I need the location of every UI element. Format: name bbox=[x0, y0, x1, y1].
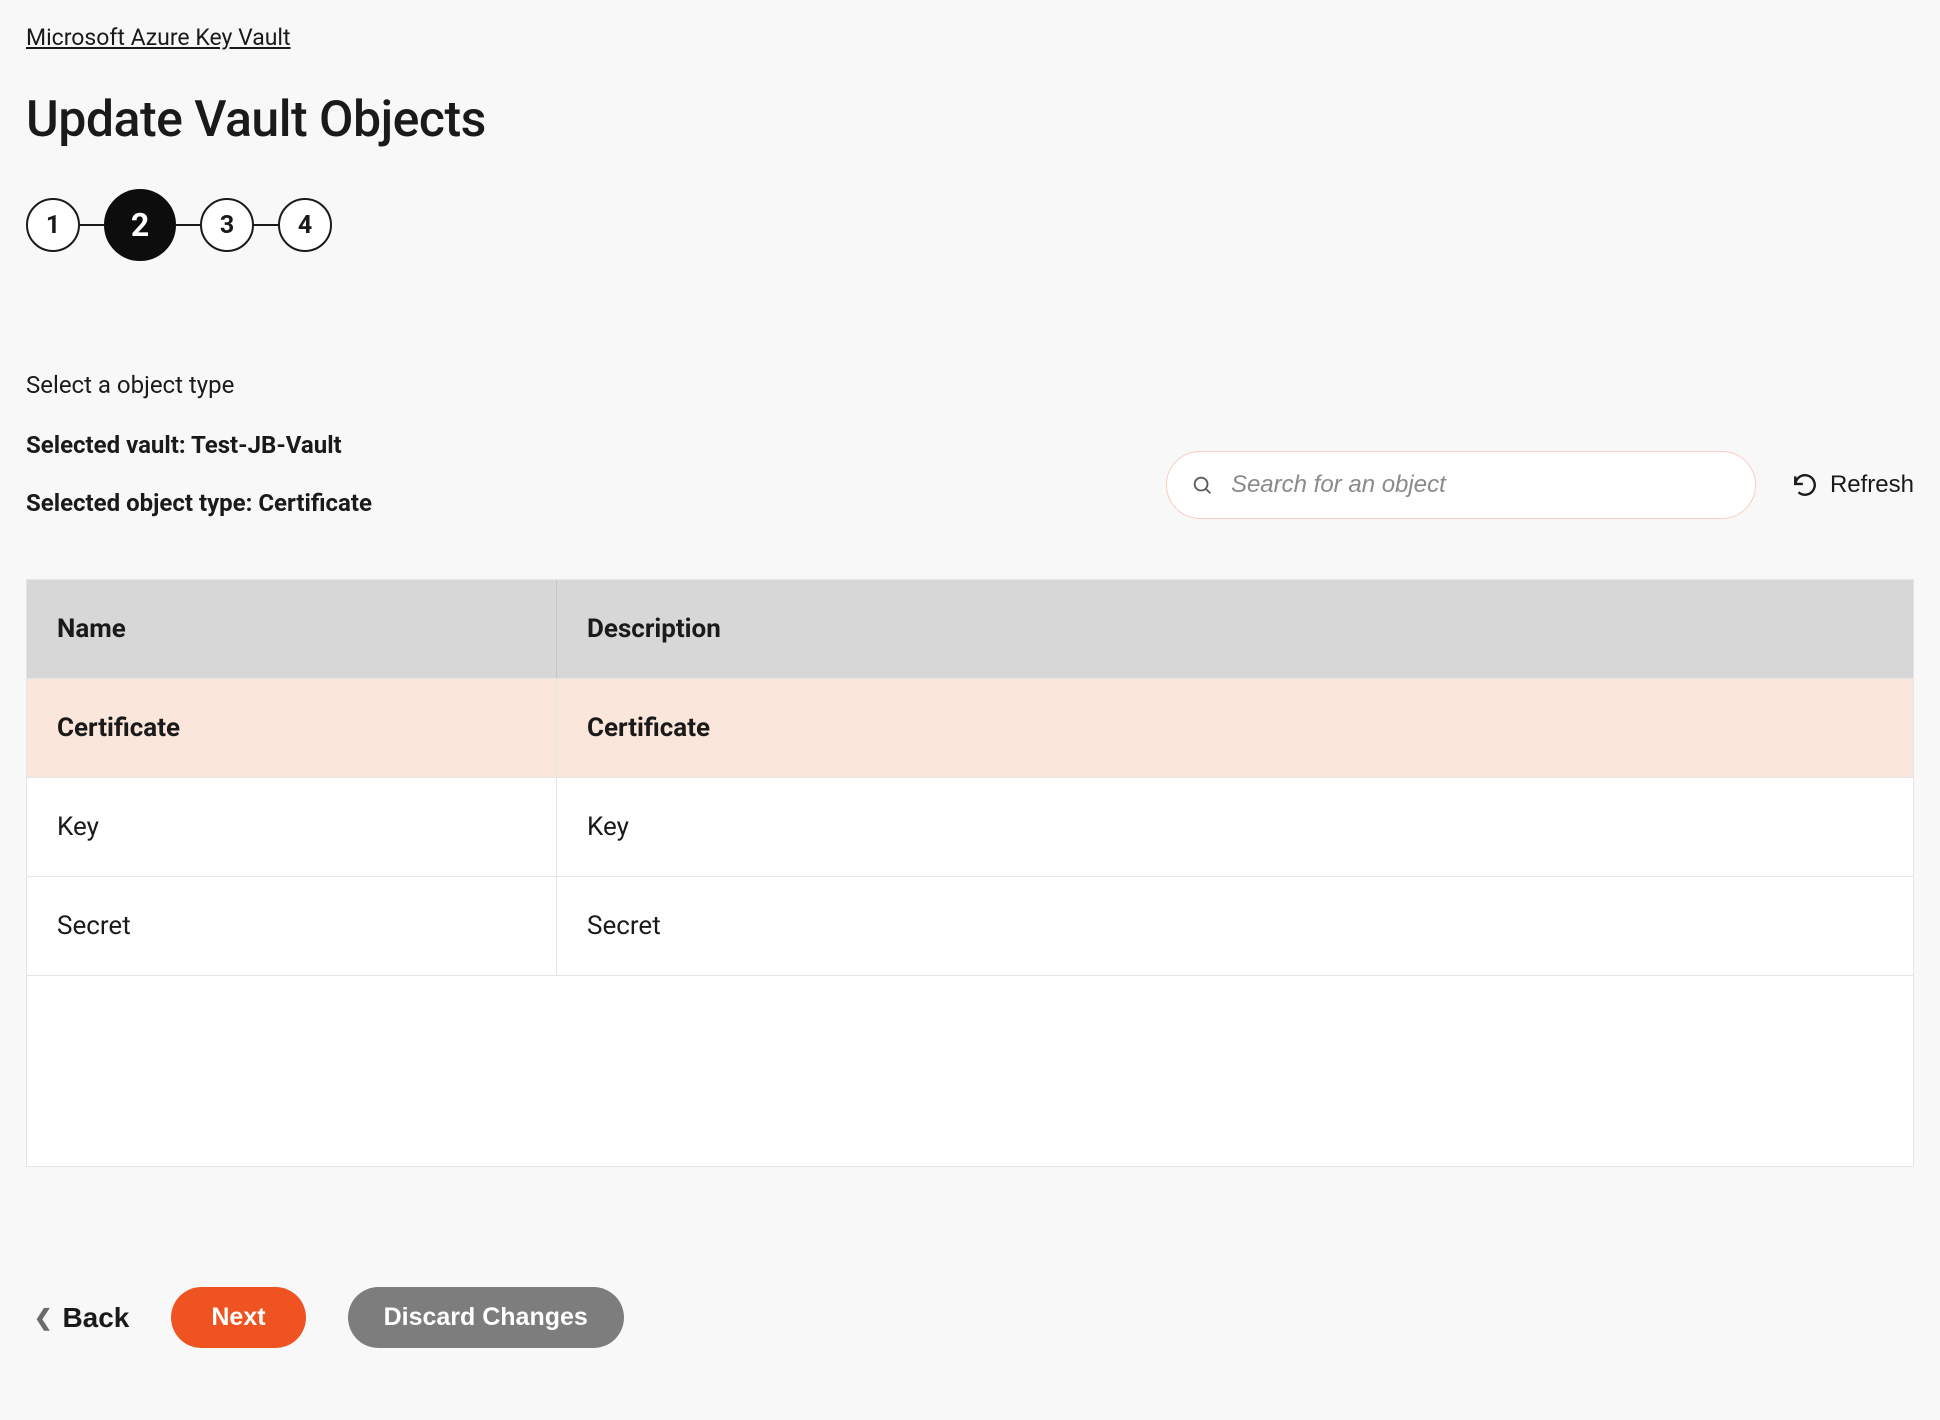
section-subtitle: Select a object type bbox=[26, 371, 1914, 399]
discard-changes-button[interactable]: Discard Changes bbox=[348, 1287, 624, 1348]
search-input[interactable] bbox=[1231, 471, 1731, 499]
next-button[interactable]: Next bbox=[171, 1287, 305, 1348]
step-connector bbox=[176, 224, 200, 226]
cell-description: Key bbox=[557, 812, 1913, 842]
breadcrumb[interactable]: Microsoft Azure Key Vault bbox=[26, 24, 291, 51]
chevron-left-icon: ❮ bbox=[34, 1305, 52, 1331]
step-2[interactable]: 2 bbox=[104, 189, 176, 261]
search-icon bbox=[1191, 474, 1213, 496]
step-connector bbox=[80, 224, 104, 226]
table-header-row: Name Description bbox=[27, 580, 1913, 679]
table-empty-area bbox=[27, 976, 1913, 1166]
page-title: Update Vault Objects bbox=[26, 91, 1914, 149]
back-button[interactable]: ❮ Back bbox=[34, 1302, 129, 1334]
footer-actions: ❮ Back Next Discard Changes bbox=[26, 1287, 1914, 1348]
object-type-table: Name Description Certificate Certificate… bbox=[26, 579, 1914, 1167]
column-header-description: Description bbox=[557, 614, 1913, 644]
table-row[interactable]: Key Key bbox=[27, 778, 1913, 877]
column-header-name: Name bbox=[27, 580, 557, 678]
refresh-button[interactable]: Refresh bbox=[1792, 471, 1914, 499]
back-label: Back bbox=[62, 1302, 129, 1334]
selected-object-type-label: Selected object type: Certificate bbox=[26, 489, 372, 517]
search-field[interactable] bbox=[1166, 451, 1756, 519]
table-row[interactable]: Certificate Certificate bbox=[27, 679, 1913, 778]
selected-vault-label: Selected vault: Test-JB-Vault bbox=[26, 431, 372, 459]
step-1[interactable]: 1 bbox=[26, 198, 80, 252]
stepper: 1 2 3 4 bbox=[26, 189, 1914, 261]
step-4[interactable]: 4 bbox=[278, 198, 332, 252]
table-row[interactable]: Secret Secret bbox=[27, 877, 1913, 976]
refresh-icon bbox=[1792, 472, 1818, 498]
cell-name: Secret bbox=[27, 877, 557, 975]
cell-description: Certificate bbox=[557, 713, 1913, 743]
cell-name: Certificate bbox=[27, 679, 557, 777]
refresh-label: Refresh bbox=[1830, 471, 1914, 499]
step-connector bbox=[254, 224, 278, 226]
cell-name: Key bbox=[27, 778, 557, 876]
step-3[interactable]: 3 bbox=[200, 198, 254, 252]
cell-description: Secret bbox=[557, 911, 1913, 941]
